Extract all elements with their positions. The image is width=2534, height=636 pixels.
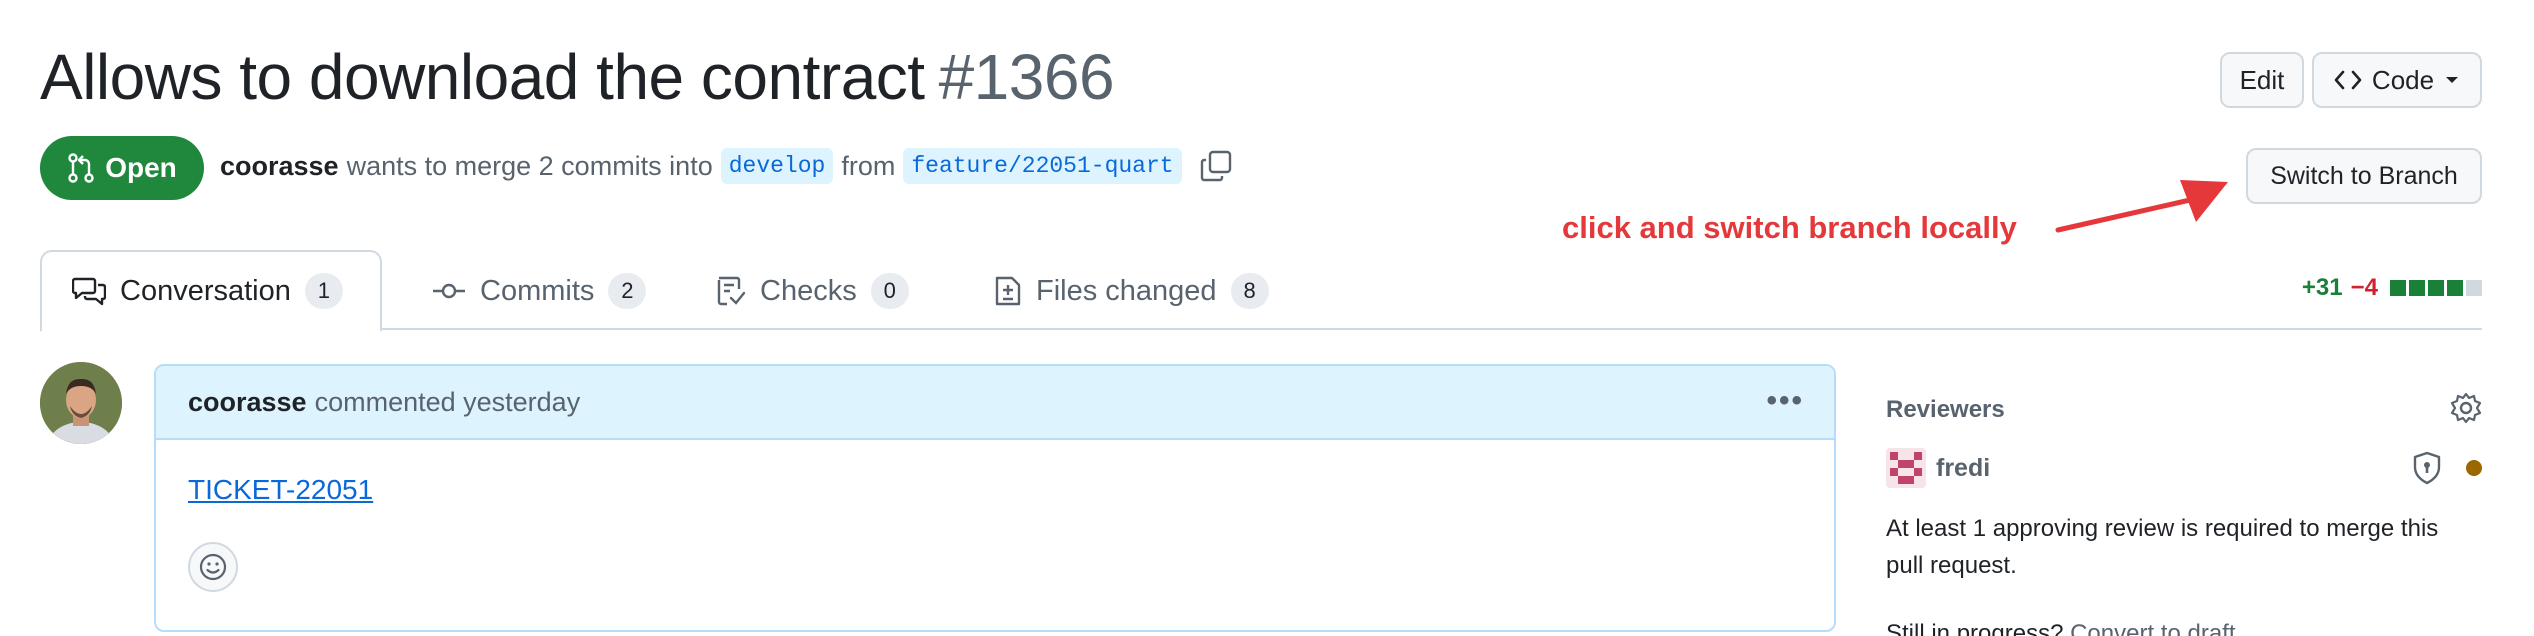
diffstat-block [2390,280,2406,296]
code-icon [2334,70,2362,90]
merge-text: wants to merge 2 commits into [346,150,713,181]
review-requirement-text: At least 1 approving review is required … [1886,515,2439,579]
from-text: from [841,150,896,181]
comment-timestamp[interactable]: commented yesterday [315,387,581,418]
pending-review-dot [2466,460,2482,476]
tab-commits[interactable]: Commits 2 [410,250,668,332]
tab-conversation[interactable]: Conversation 1 [40,250,382,332]
comment-box: coorasse commented yesterday ••• TICKET-… [154,364,1836,632]
reviewers-title: Reviewers [1886,396,2005,423]
pr-title-text: Allows to download the contract [40,41,925,113]
code-button[interactable]: Code [2312,52,2482,108]
ticket-link[interactable]: TICKET-22051 [188,474,373,505]
tab-conversation-label: Conversation [120,274,291,307]
more-options-icon[interactable]: ••• [1766,384,1804,418]
diffstat-block [2447,280,2463,296]
tab-files-changed-count: 8 [1230,273,1269,309]
diffstat-blocks [2390,280,2482,296]
draft-prompt-text: Still in progress? [1886,620,2064,636]
edit-button[interactable]: Edit [2220,52,2304,108]
reviewer-avatar [1886,448,1926,488]
diffstat-block [2428,280,2444,296]
edit-button-label: Edit [2239,64,2285,95]
file-diff-icon [995,276,1021,306]
tab-commits-count: 2 [608,273,647,309]
tab-conversation-count: 1 [304,273,343,309]
head-branch[interactable]: feature/22051-quart [903,148,1182,184]
tab-commits-label: Commits [480,274,595,307]
status-badge: Open [40,136,204,200]
draft-prompt: Still in progress? Convert to draft [1886,620,2482,636]
sidebar: Reviewers fredi At least 1 approving rev… [1886,392,2482,636]
git-commit-icon [433,283,465,299]
avatar[interactable] [40,362,122,444]
chevron-down-icon [2446,77,2459,83]
checklist-icon [717,276,746,306]
convert-to-draft-link[interactable]: Convert to draft [2070,620,2235,636]
comment-header: coorasse commented yesterday [156,366,1834,440]
base-branch[interactable]: develop [720,148,834,184]
diffstat: +31 −4 [2302,274,2482,302]
copy-icon[interactable] [1200,150,1232,182]
reviewer-name: fredi [1936,453,1991,482]
gear-icon[interactable] [2450,392,2482,424]
tab-files-changed[interactable]: Files changed 8 [972,250,1291,332]
pr-number: #1366 [938,41,1115,113]
diffstat-block [2466,280,2482,296]
pr-title: Allows to download the contract #1366 [40,40,1115,114]
tab-checks-label: Checks [760,274,857,307]
reviewer-item[interactable]: fredi [1886,446,2482,490]
comment-discussion-icon [72,277,106,306]
tab-checks[interactable]: Checks 0 [694,250,931,332]
add-reaction-button[interactable] [188,542,238,592]
diffstat-block [2409,280,2425,296]
switch-to-branch-button[interactable]: Switch to Branch [2246,148,2482,204]
shield-icon [2413,451,2441,485]
diffstat-additions: +31 [2301,274,2343,301]
comment-body: TICKET-22051 [156,440,1834,540]
pr-tabs: Conversation 1 Commits 2 Checks 0 Files … [40,250,2482,332]
smiley-icon [199,553,227,581]
code-button-label: Code [2371,64,2435,95]
diffstat-deletions: −4 [2350,274,2378,301]
comment-author-link[interactable]: coorasse [188,387,307,418]
switch-to-branch-label: Switch to Branch [2270,161,2458,190]
annotation-text: click and switch branch locally [1562,210,2017,245]
tab-files-changed-label: Files changed [1036,274,1217,307]
tab-checks-count: 0 [870,273,909,309]
pr-meta: coorasse wants to merge 2 commits into d… [220,148,1232,184]
annotation-arrow-icon [2055,180,2228,233]
git-pull-request-icon [68,153,94,183]
pr-author-link[interactable]: coorasse [220,151,339,182]
status-badge-label: Open [105,152,177,183]
